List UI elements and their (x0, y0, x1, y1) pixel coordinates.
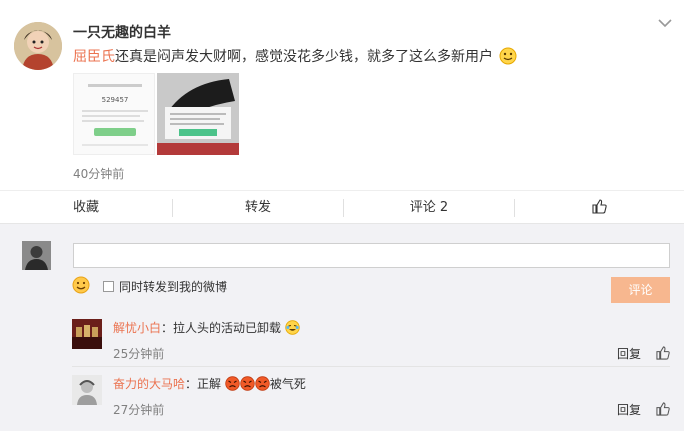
reply-button[interactable]: 回复 (617, 345, 641, 362)
reply-button[interactable]: 回复 (617, 401, 641, 418)
cry-laugh-emoji-icon (285, 320, 300, 335)
collect-button[interactable]: 收藏 (0, 191, 172, 225)
commenter-name[interactable]: 解忧小白 (113, 321, 161, 335)
submit-comment-button[interactable]: 评论 (611, 277, 670, 303)
current-user-avatar[interactable] (22, 241, 51, 270)
repost-checkbox[interactable] (103, 281, 114, 292)
action-bar: 收藏 转发 评论 2 (0, 190, 684, 224)
thumb-number: 529457 (102, 96, 129, 104)
comment-divider (72, 366, 670, 367)
repost-checkbox-label[interactable]: 同时转发到我的微博 (119, 278, 227, 295)
post-body: 还真是闷声发大财啊，感觉没花多少钱，就多了这么多新用户 (115, 49, 493, 65)
like-icon (592, 199, 607, 214)
like-icon[interactable] (656, 346, 670, 360)
post-time: 40分钟前 (73, 167, 125, 181)
angry-emoji-icon (240, 376, 255, 391)
mention-link[interactable]: 屈臣氏 (73, 49, 115, 65)
comment-time: 25分钟前 (113, 347, 165, 361)
repost-button[interactable]: 转发 (173, 191, 343, 225)
comment-input[interactable] (73, 243, 670, 268)
like-button[interactable] (515, 191, 684, 225)
comment-text: ：正解 (185, 377, 222, 391)
comment-text: ：拉人头的活动已卸载 (161, 321, 282, 335)
comment-line: 解忧小白：拉人头的活动已卸载 (113, 319, 300, 336)
author-avatar[interactable] (14, 22, 62, 70)
smile-emoji-icon (499, 47, 517, 65)
like-icon[interactable] (656, 402, 670, 416)
comment-line: 奋力的大马哈：正解 被气死 (113, 375, 306, 392)
post-image-2[interactable] (157, 73, 239, 155)
angry-emoji-icon (255, 376, 270, 391)
comment-button[interactable]: 评论 2 (344, 191, 514, 225)
comment-text-suffix: 被气死 (269, 377, 306, 391)
post-image-1[interactable]: 529457 (73, 73, 155, 155)
chevron-down-icon[interactable] (657, 17, 673, 29)
post-text: 屈臣氏还真是闷声发大财啊，感觉没花多少钱，就多了这么多新用户 (73, 46, 517, 66)
comment-time: 27分钟前 (113, 403, 165, 417)
commenter-avatar[interactable] (72, 319, 102, 349)
emoji-picker-icon[interactable] (72, 276, 90, 294)
commenter-name[interactable]: 奋力的大马哈 (113, 377, 185, 391)
angry-emoji-icon (225, 376, 240, 391)
author-name[interactable]: 一只无趣的白羊 (73, 22, 171, 42)
commenter-avatar[interactable] (72, 375, 102, 405)
weibo-post-card: 一只无趣的白羊 屈臣氏还真是闷声发大财啊，感觉没花多少钱，就多了这么多新用户 5… (0, 0, 684, 224)
